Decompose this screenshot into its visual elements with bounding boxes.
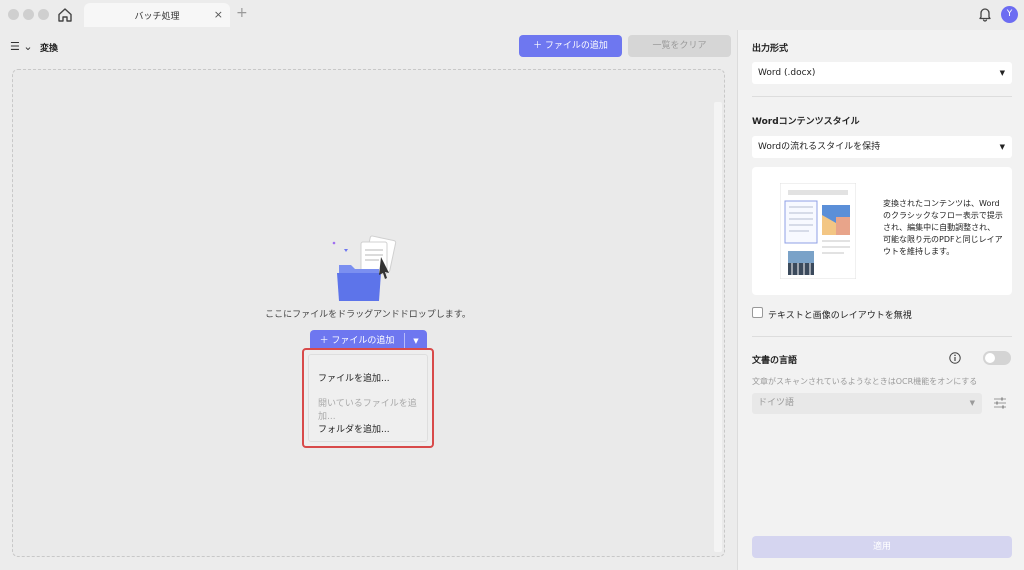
list-scrollbar[interactable] [714,102,722,552]
clear-list-button[interactable]: 一覧をクリア [628,35,731,57]
apply-button[interactable]: 適用 [752,536,1012,558]
folder-files-illustration [332,235,397,301]
divider [752,96,1012,97]
add-files-button[interactable]: ＋ ファイルの追加 [519,35,622,57]
ocr-hint: 文章がスキャンされているようなときはOCR機能をオンにする [752,377,978,386]
output-format-value: Word (.docx) [758,68,816,78]
ocr-toggle[interactable] [983,351,1011,365]
home-icon[interactable] [57,7,73,23]
doc-language-label: 文書の言語 [752,356,798,366]
toggle-knob [985,353,995,363]
ignore-layout-label: テキストと画像のレイアウトを無視 [768,311,912,321]
drop-instruction: ここにファイルをドラッグアンドドロップします。 [265,310,471,320]
divider [752,336,1012,337]
content-style-value: Wordの流れるスタイルを保持 [758,142,881,152]
add-files-menu-highlight: ファイルを追加... 開いているファイルを追加... フォルダを追加... [302,348,434,448]
menu-toggle-icon[interactable]: ☰ ⌄ [10,40,33,53]
content-style-select[interactable]: Wordの流れるスタイルを保持 ▼ [752,136,1012,158]
tab-title: バッチ処理 [134,12,180,22]
new-tab-icon[interactable]: + [236,5,248,21]
info-icon[interactable] [949,352,961,364]
bell-icon[interactable] [977,6,993,22]
content-style-label: Wordコンテンツスタイル [752,117,860,127]
menu-item-add-files[interactable]: ファイルを追加... [318,371,390,384]
close-tab-icon[interactable]: × [214,8,223,21]
content-style-description: 変換されたコンテンツは、Wordのクラシックなフロー表示で提示され、編集中に自動… [883,199,1003,256]
section-title: 変換 [40,44,59,54]
chevron-down-icon: ▼ [969,399,975,407]
main-area: ☰ ⌄ 変換 ＋ ファイルの追加 一覧をクリア ここにファイルをドラッグアンドド… [0,30,737,570]
language-select[interactable]: ドイツ語 ▼ [752,393,982,414]
settings-panel: 出力形式 Word (.docx) ▼ Wordコンテンツスタイル Wordの流… [737,30,1024,570]
ignore-layout-checkbox[interactable] [752,307,763,318]
add-files-menu: ファイルを追加... 開いているファイルを追加... フォルダを追加... [308,354,428,442]
output-format-select[interactable]: Word (.docx) ▼ [752,62,1012,84]
style-preview-card: 変換されたコンテンツは、Wordのクラシックなフロー表示で提示され、編集中に自動… [752,167,1012,295]
title-bar: バッチ処理 × + Y [0,0,1024,30]
chevron-down-icon: ▼ [999,143,1005,151]
document-preview-image [780,183,856,279]
menu-item-add-folder[interactable]: フォルダを追加... [318,422,390,435]
tab-batch-processing[interactable]: バッチ処理 × [84,3,230,27]
chevron-down-icon: ▼ [999,69,1005,77]
window-minimize-dot[interactable] [23,9,34,20]
language-value: ドイツ語 [758,398,795,408]
menu-item-add-open-files[interactable]: 開いているファイルを追加... [318,396,427,422]
window-zoom-dot[interactable] [38,9,49,20]
ocr-settings-icon[interactable] [993,395,1007,411]
user-avatar[interactable]: Y [1001,6,1018,23]
output-format-label: 出力形式 [752,44,789,54]
window-close-dot[interactable] [8,9,19,20]
